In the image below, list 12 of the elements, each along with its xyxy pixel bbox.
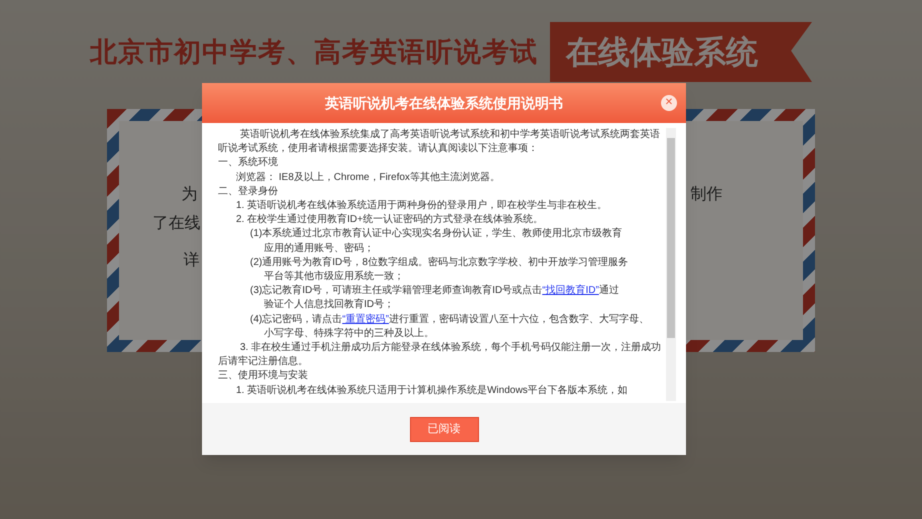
dialog-title: 英语听说机考在线体验系统使用说明书: [325, 94, 563, 112]
link[interactable]: “重置密码”: [342, 314, 389, 325]
card-text: 详: [184, 250, 200, 269]
card-text: 了在线: [152, 214, 200, 232]
banner-title: 北京市初中学考、高考英语听说考试: [90, 36, 538, 69]
scrollbar[interactable]: [666, 128, 676, 401]
link[interactable]: “找回教育ID”: [542, 285, 599, 296]
card-text: 为: [182, 184, 198, 203]
card-text: 制作: [690, 184, 722, 203]
ribbon-banner: 在线体验系统: [550, 22, 812, 82]
instructions-text: 英语听说机考在线体验系统集成了高考英语听说考试系统和初中学考英语听说考试系统两套英语听说考试系统，使用者请根据需要选择安装。请认真阅读以下注意事项： 一、系统环境 浏览器： IE8及以上，Chrome，Firefox等其他主流浏览器。 二、登录身份 1. 英语听说机考在线体验系统适用于两种身份的登录用户，即在校学生与非在校生。 2. 在校学生通过使用教育ID+统一认证密码的方式登录在线体验系统。 (1)本系统通过北京市教育认证中心实现实名身份认证，学生、教师使用北京市级教育 应用的通用账号、密码； (2)通用账号为教育ID号，8位数字组成。密码与北京数字学校、初中开放学习管理服务 平台等其他市级应用系统一致； (3)忘记教育ID号，可请班主任或学籍管理老师查询教育ID号或点击“找回教育ID”通过 验证个人信息找回教育ID号； (4)忘记密码，请点击“重置密码”进行重置，密码请设置八至十六位，包含数字、大写字母、 小写字母、特殊字符中的三种及以上。 3. 非在校生通过手机注册成功后方能登录在线体验系统，每个手机号码仅能注册一次，注册成功后请牢记注册信息。 三、使用环境与安装 1. 英语听说机考在线体验系统只适用于计算机操作系统是Windows平台下各版本系统，如: [218, 128, 662, 398]
scrollbar-thumb[interactable]: [667, 138, 675, 338]
